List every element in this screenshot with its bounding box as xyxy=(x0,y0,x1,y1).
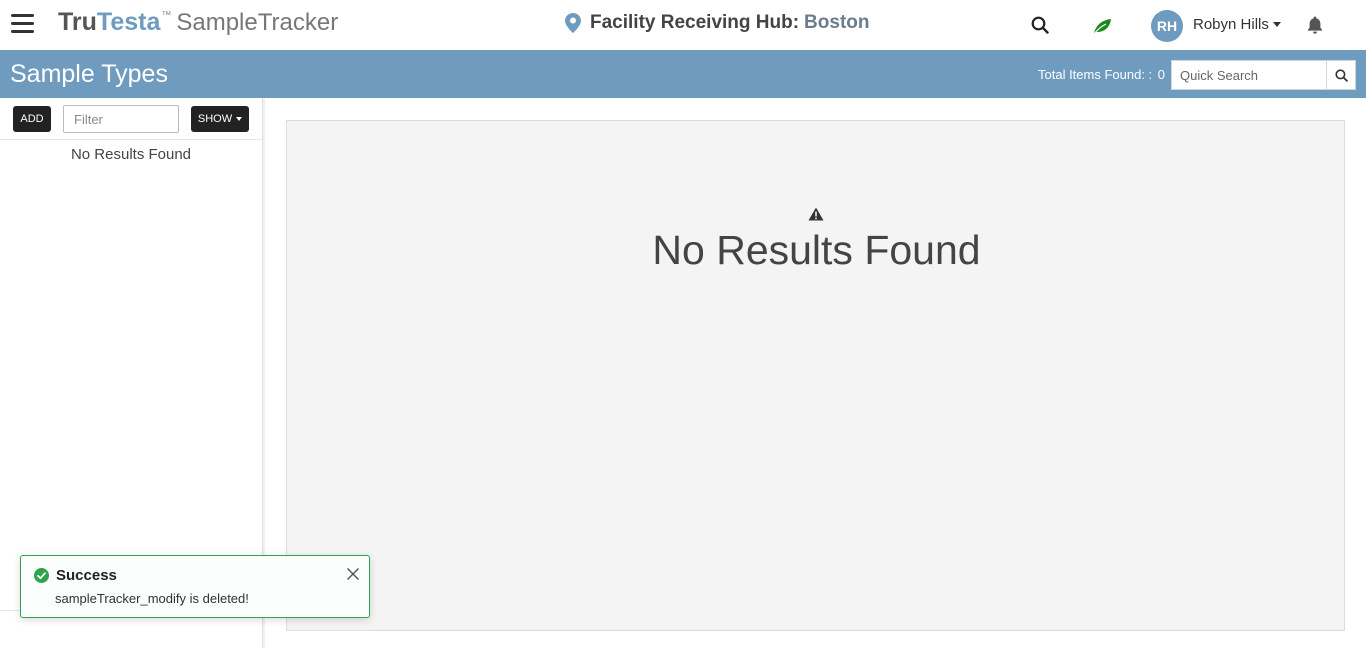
user-menu[interactable]: Robyn Hills xyxy=(1193,16,1281,33)
user-name-label: Robyn Hills xyxy=(1193,16,1269,33)
brand-logo[interactable]: Tru Testa ™ SampleTracker xyxy=(58,8,338,37)
hamburger-menu-icon[interactable] xyxy=(11,14,34,34)
quick-search-input[interactable] xyxy=(1171,60,1327,90)
show-button-label: SHOW xyxy=(197,113,233,125)
total-items-label: Total Items Found: : xyxy=(1038,67,1153,82)
page-header: Sample Types Total Items Found: : 0 xyxy=(0,50,1366,98)
sidebar-divider xyxy=(0,139,262,140)
show-dropdown-button[interactable]: SHOW xyxy=(191,106,249,132)
total-items-count: 0 xyxy=(1157,67,1166,82)
search-icon[interactable] xyxy=(1031,16,1049,34)
check-circle-icon xyxy=(34,568,49,583)
main-empty-message: No Results Found xyxy=(652,227,981,273)
total-items-found: Total Items Found: : 0 xyxy=(1036,67,1165,82)
brand-tru: Tru xyxy=(58,8,97,36)
leaf-icon[interactable] xyxy=(1092,17,1112,35)
toast-message: sampleTracker_modify is deleted! xyxy=(55,591,249,606)
toast-title: Success xyxy=(56,567,117,584)
brand-app-name: SampleTracker xyxy=(176,9,339,36)
main-content-panel: No Results Found xyxy=(286,120,1345,631)
close-icon[interactable] xyxy=(346,567,360,581)
chevron-down-icon xyxy=(1272,22,1281,27)
location-label: Facility Receiving Hub: xyxy=(590,12,800,33)
brand-trademark: ™ xyxy=(161,10,172,21)
location-city: Boston xyxy=(804,12,870,33)
bell-icon[interactable] xyxy=(1307,16,1323,34)
top-navbar: Tru Testa ™ SampleTracker Facility Recei… xyxy=(0,0,1366,50)
page-title: Sample Types xyxy=(10,60,168,88)
add-button[interactable]: ADD xyxy=(13,106,51,132)
facility-location[interactable]: Facility Receiving Hub: Boston xyxy=(565,12,869,34)
quick-search-button[interactable] xyxy=(1326,60,1356,90)
warning-icon xyxy=(808,207,824,221)
filter-input[interactable] xyxy=(63,105,179,133)
search-icon xyxy=(1334,68,1348,82)
success-toast: Success sampleTracker_modify is deleted! xyxy=(20,555,370,618)
location-pin-icon xyxy=(565,13,581,33)
caret-down-icon xyxy=(236,117,243,121)
brand-testa: Testa xyxy=(96,8,161,36)
avatar[interactable]: RH xyxy=(1151,10,1183,42)
sidebar-empty-message: No Results Found xyxy=(70,146,192,163)
